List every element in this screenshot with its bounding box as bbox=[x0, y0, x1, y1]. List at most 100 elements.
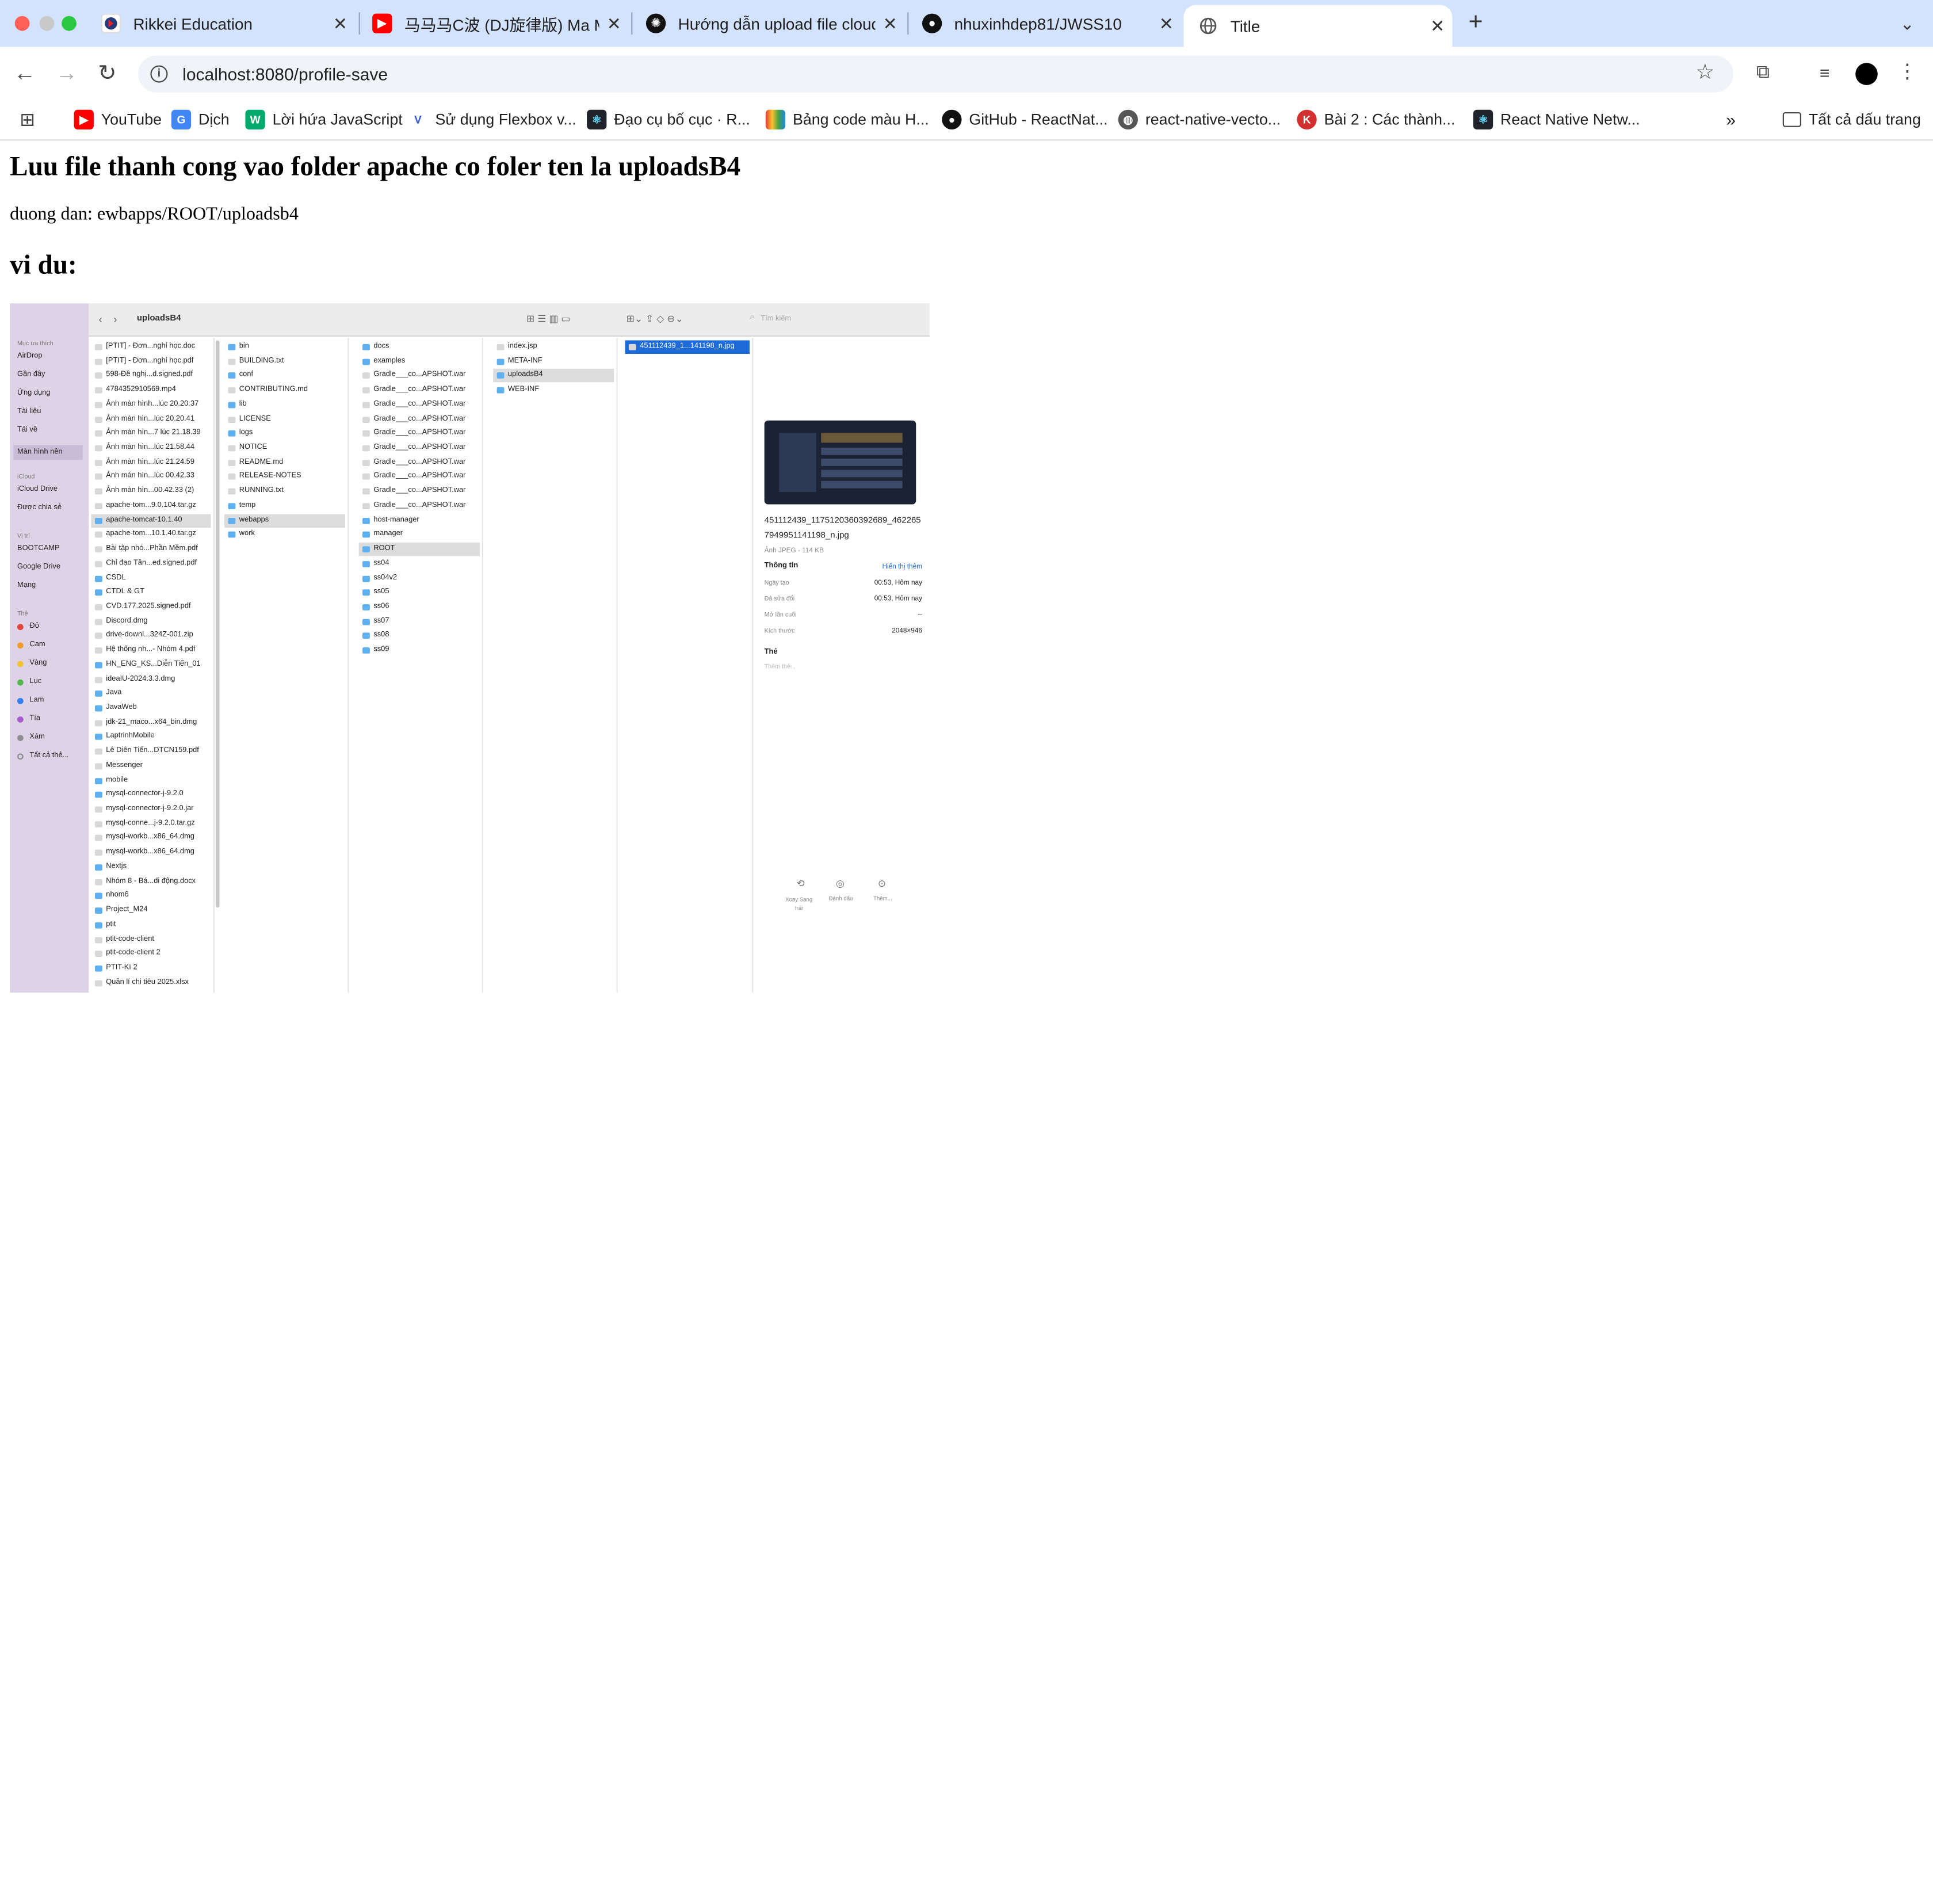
bookmark-github-reactnative[interactable]: ● GitHub - ReactNat... bbox=[942, 109, 1108, 131]
finder-row: bin bbox=[224, 340, 345, 354]
tag-dot-icon bbox=[17, 660, 24, 667]
modified-value: 00:53, Hôm nay bbox=[874, 596, 922, 603]
finder-row: apache-tomcat-10.1.40 bbox=[91, 513, 211, 528]
sidebar-item: Gần đây bbox=[17, 371, 45, 379]
sidebar-tag: Lục bbox=[17, 678, 41, 686]
bookmark-layout-props[interactable]: ⚛ Đạo cụ bố cục · R... bbox=[587, 109, 750, 131]
preview-kind: Ảnh JPEG - 114 KB bbox=[764, 547, 824, 555]
finder-row: RUNNING.txt bbox=[224, 485, 345, 499]
action-rotate: Xoay Sang trái bbox=[785, 896, 813, 911]
finder-folder-title: uploadsB4 bbox=[136, 314, 181, 323]
kiyoshi-icon: K bbox=[1297, 109, 1317, 130]
page-heading: Luu file thanh cong vao folder apache co… bbox=[10, 150, 741, 182]
address-bar[interactable]: i localhost:8080/profile-save bbox=[138, 55, 1734, 93]
markup-icon: ◎ bbox=[835, 877, 845, 890]
finder-row: ptit-code-client bbox=[91, 933, 211, 947]
bookmark-vector-icons[interactable]: ◍ react-native-vecto... bbox=[1118, 109, 1281, 131]
close-icon[interactable]: ✕ bbox=[876, 13, 905, 34]
finder-row: mysql-workb...x86_64.dmg bbox=[91, 846, 211, 860]
finder-row: Quản lí chi tiêu 2025.xlsx bbox=[91, 976, 211, 990]
opened-value: -- bbox=[918, 611, 922, 619]
sidebar-item: Mạng bbox=[17, 582, 36, 590]
finder-column-4: index.jsp META-INF uploadsB4 WEB-INF bbox=[490, 338, 618, 993]
finder-row: Gradle___co...APSHOT.war bbox=[359, 398, 480, 412]
profile-avatar[interactable] bbox=[1855, 63, 1878, 85]
maximize-window-button[interactable] bbox=[62, 16, 77, 31]
finder-row: Ảnh màn hình...lúc 20.20.37 bbox=[91, 398, 211, 412]
new-tab-button[interactable]: + bbox=[1462, 9, 1489, 36]
site-info-icon[interactable]: i bbox=[150, 65, 168, 83]
reload-icon[interactable]: ↻ bbox=[94, 59, 121, 86]
tag-label: Cam bbox=[29, 641, 45, 649]
more-bookmarks-icon[interactable]: » bbox=[1726, 109, 1736, 131]
media-controls-icon[interactable]: ≡ bbox=[1811, 59, 1838, 86]
tag-dot-icon bbox=[17, 734, 24, 741]
back-icon[interactable]: ← bbox=[11, 59, 38, 86]
bookmark-bai2[interactable]: K Bài 2 : Các thành... bbox=[1297, 109, 1455, 131]
finder-row: webapps bbox=[224, 513, 346, 528]
sidebar-tag: Tía bbox=[17, 715, 40, 723]
close-icon[interactable]: ✕ bbox=[326, 13, 355, 34]
close-window-button[interactable] bbox=[14, 16, 30, 31]
finder-row: ss04v2 bbox=[359, 571, 480, 585]
bookmark-star-icon[interactable]: ☆ bbox=[1691, 59, 1718, 86]
tag-label: Tất cả thẻ... bbox=[29, 752, 69, 760]
close-icon[interactable]: ✕ bbox=[1152, 13, 1181, 34]
bookmark-flexbox[interactable]: V Sử dụng Flexbox v... bbox=[408, 109, 576, 131]
finder-row: ss07 bbox=[359, 615, 480, 629]
sidebar-item: Màn hình nền bbox=[13, 445, 83, 460]
group-icon: ⊞⌄ ⇪ ◇ ⊖⌄ bbox=[626, 313, 683, 325]
close-icon[interactable]: ✕ bbox=[1423, 16, 1452, 36]
finder-row: mysql-connector-j-9.2.0 bbox=[91, 788, 211, 802]
close-icon[interactable]: ✕ bbox=[599, 13, 628, 34]
tab-title: 马马马C波 (DJ旋律版) Ma Ma bbox=[404, 15, 599, 34]
finder-column-3: docs examples Gradle___co...APSHOT.war Grad… bbox=[356, 338, 484, 993]
bookmark-react-native-network[interactable]: ⚛ React Native Netw... bbox=[1473, 109, 1640, 131]
sidebar-item: Google Drive bbox=[17, 563, 61, 571]
tab-search-button[interactable]: ⌄ bbox=[1894, 10, 1921, 37]
tag-dot-icon bbox=[17, 642, 24, 648]
bookmark-javascript[interactable]: W Lời hứa JavaScript bbox=[245, 109, 403, 131]
finder-search-placeholder: Tìm kiếm bbox=[761, 315, 792, 323]
tags-label: Thẻ bbox=[764, 648, 778, 657]
chevron-right-icon: › bbox=[113, 313, 117, 326]
finder-row: CSDL bbox=[91, 571, 211, 585]
tab-chatgpt[interactable]: ✺ Hướng dẫn upload file cloud ✕ bbox=[631, 0, 905, 47]
tab-github[interactable]: ● nhuxinhdep81/JWSS10 ✕ bbox=[907, 0, 1181, 47]
tab-title-active[interactable]: Title ✕ bbox=[1183, 5, 1453, 47]
finder-row: ideaIU-2024.3.3.dmg bbox=[91, 673, 211, 686]
extensions-icon[interactable]: ⧉ bbox=[1749, 59, 1777, 86]
bookmark-color-codes[interactable]: Bảng code màu H... bbox=[765, 109, 929, 131]
finder-row: HN_ENG_KS...Diễn Tiến_01 bbox=[91, 658, 211, 672]
finder-row: conf bbox=[224, 369, 345, 383]
bookmark-label: GitHub - ReactNat... bbox=[969, 110, 1108, 128]
size-value: 2048×946 bbox=[892, 627, 922, 635]
sidebar-tag: Tất cả thẻ... bbox=[17, 752, 68, 760]
apps-icon[interactable]: ⊞ bbox=[20, 109, 35, 131]
bookmark-label: Dịch bbox=[198, 110, 230, 128]
finder-row: mysql-conne...j-9.2.0.tar.gz bbox=[91, 817, 211, 831]
bookmark-translate[interactable]: G Dịch bbox=[171, 109, 230, 131]
tab-bar: Rikkei Education ✕ ▶ 马马马C波 (DJ旋律版) Ma Ma… bbox=[0, 0, 1933, 47]
folder-icon bbox=[1782, 112, 1801, 127]
finder-row: ptit bbox=[91, 918, 211, 932]
menu-icon[interactable]: ⋮ bbox=[1894, 59, 1921, 86]
finder-row: LaptrinhMobile bbox=[91, 731, 211, 745]
forward-icon[interactable]: → bbox=[53, 59, 80, 86]
tab-youtube[interactable]: ▶ 马马马C波 (DJ旋律版) Ma Ma ✕ bbox=[357, 0, 628, 47]
tab-rikkei[interactable]: Rikkei Education ✕ bbox=[86, 0, 355, 47]
finder-screenshot: Mục ưa thích AirDrop Gần đây Ứng dụng Tài li… bbox=[10, 303, 930, 993]
finder-row: NOTICE bbox=[224, 441, 345, 455]
github-icon: ● bbox=[942, 109, 962, 130]
tags-placeholder: Thêm thẻ... bbox=[764, 663, 796, 671]
bookmark-label: react-native-vecto... bbox=[1145, 110, 1281, 128]
finder-row: mysql-connector-j-9.2.0.jar bbox=[91, 803, 211, 816]
finder-row: Gradle___co...APSHOT.war bbox=[359, 384, 480, 398]
tab-title: Title bbox=[1230, 16, 1260, 36]
bookmark-youtube[interactable]: ▶ YouTube bbox=[74, 109, 162, 131]
finder-row: [PTIT] - Đơn...nghỉ học.pdf bbox=[91, 355, 211, 369]
sidebar-header: iCloud bbox=[17, 473, 35, 481]
minimize-window-button[interactable] bbox=[39, 16, 55, 31]
all-bookmarks[interactable]: Tất cả dấu trang bbox=[1782, 109, 1921, 131]
tag-dot-icon bbox=[17, 678, 24, 685]
